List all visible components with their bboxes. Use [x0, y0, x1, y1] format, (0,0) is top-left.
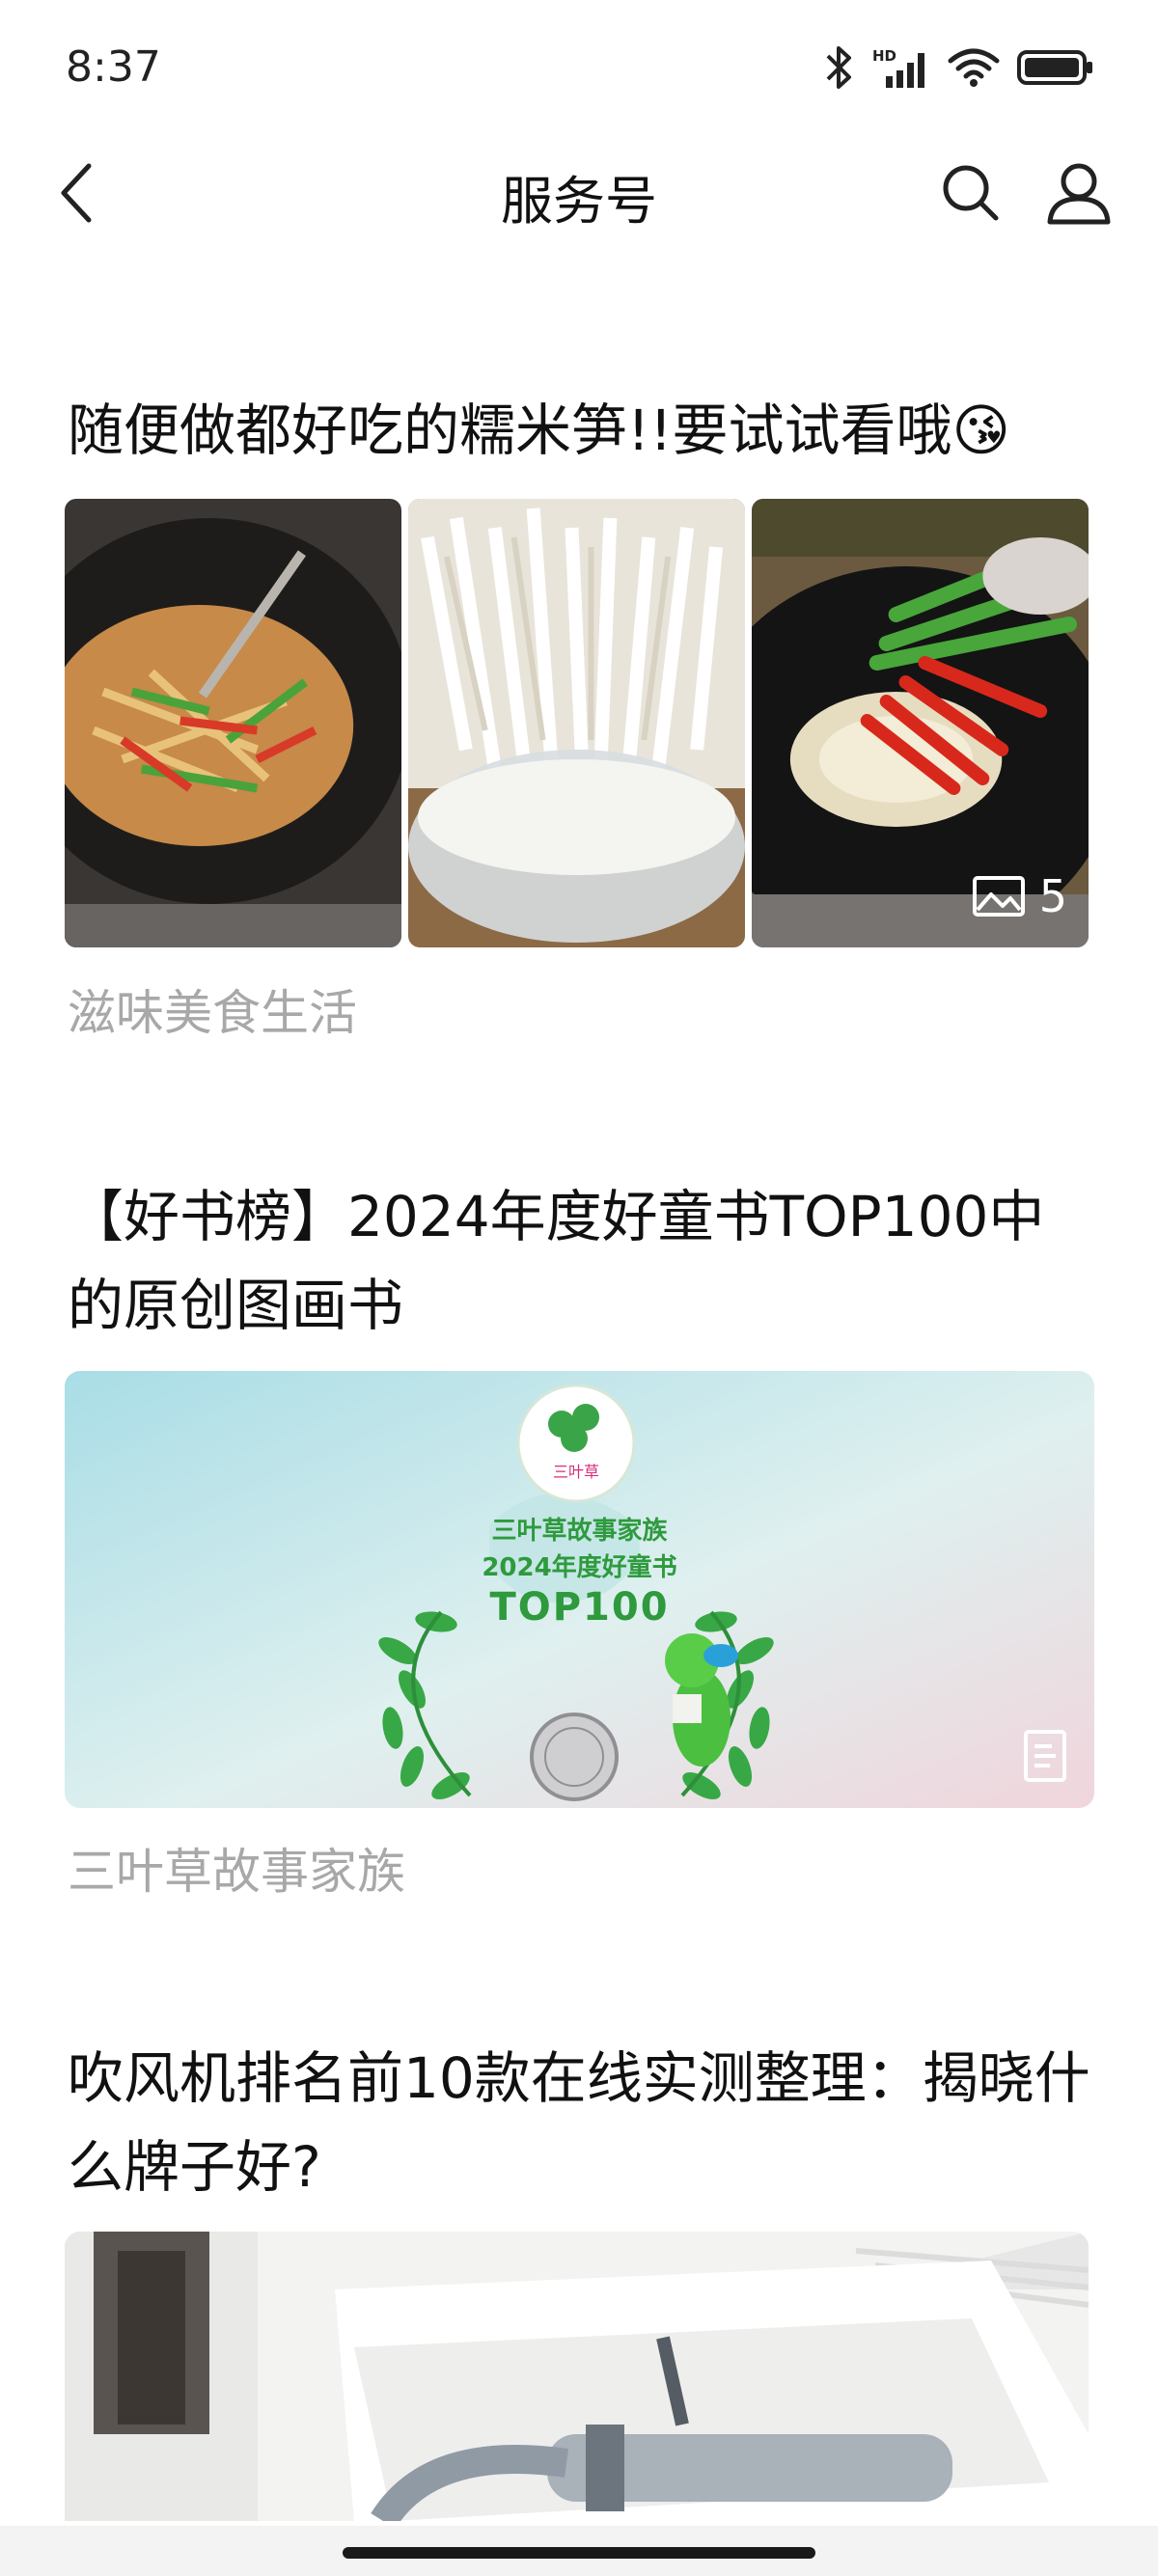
banner-logo-text: 三叶草	[553, 1463, 599, 1481]
nav-bar: 服务号	[0, 135, 1158, 251]
article-source-row: 滋味美食生活	[0, 974, 1158, 1044]
article-source[interactable]: 三叶草故事家族	[68, 1833, 1158, 1903]
article-image[interactable]: 5	[752, 499, 1089, 947]
network-type-label: HD	[872, 47, 896, 65]
status-bar: 8:37 HD	[0, 0, 1158, 135]
battery-icon	[1017, 48, 1094, 87]
status-time: 8:37	[66, 42, 161, 92]
home-indicator[interactable]	[343, 2547, 815, 2559]
image-count: 5	[1038, 870, 1067, 922]
article-cover-image[interactable]: 三叶草 三叶草故事家族 2024年度好童书 TOP100	[65, 1371, 1094, 1808]
article-image-gallery[interactable]: 5	[65, 499, 1089, 947]
banner-line-1: 三叶草故事家族	[491, 1517, 668, 1546]
cellular-signal-icon: HD	[872, 45, 930, 90]
banner-line-3: TOP100	[489, 1585, 670, 1630]
article-card[interactable]: 【好书榜】2024年度好童书TOP100中的原创图画书	[0, 1172, 1158, 1350]
search-icon	[943, 165, 999, 221]
banner-line-2: 2024年度好童书	[482, 1553, 677, 1582]
article-image[interactable]	[408, 499, 745, 947]
wifi-icon	[948, 47, 1000, 88]
image-icon	[972, 876, 1025, 917]
article-image[interactable]	[65, 499, 401, 947]
status-icons: HD	[824, 44, 1094, 91]
article-card[interactable]: 随便做都好吃的糯米笋!!要试试看哦😘	[0, 386, 1158, 475]
image-count-badge: 5	[972, 870, 1067, 922]
article-title[interactable]: 吹风机排名前10款在线实测整理：揭晓什么牌子好?	[68, 2034, 1100, 2211]
article-cover-image[interactable]	[65, 2232, 1089, 2521]
article-source-row: 三叶草故事家族	[0, 1833, 1158, 1903]
article-source[interactable]: 滋味美食生活	[68, 974, 1158, 1044]
person-icon	[1047, 163, 1111, 225]
article-title[interactable]: 【好书榜】2024年度好童书TOP100中的原创图画书	[68, 1172, 1100, 1350]
profile-button[interactable]	[1042, 156, 1116, 230]
article-title[interactable]: 随便做都好吃的糯米笋!!要试试看哦😘	[68, 386, 1100, 475]
search-button[interactable]	[934, 156, 1007, 230]
article-icon	[1023, 1729, 1067, 1783]
bluetooth-icon	[824, 44, 855, 91]
article-card[interactable]: 吹风机排名前10款在线实测整理：揭晓什么牌子好?	[0, 2034, 1158, 2211]
